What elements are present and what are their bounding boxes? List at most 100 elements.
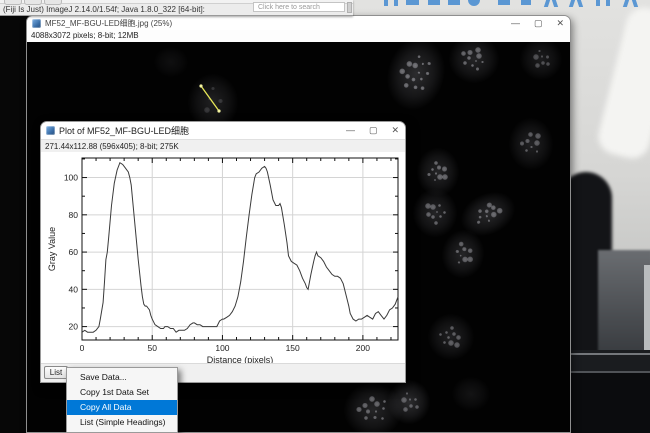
nucleus-speckle [485,215,488,218]
svg-text:100: 100 [215,343,229,353]
nucleus-speckle [452,332,456,336]
menu-item-copy-1st-data-set[interactable]: Copy 1st Data Set [67,385,177,400]
nucleus-speckle [535,133,541,139]
nucleus-speckle [427,61,431,65]
svg-text:100: 100 [64,173,78,183]
svg-text:20: 20 [69,322,79,332]
svg-text:40: 40 [69,284,79,294]
nucleus-speckle [442,166,447,171]
nucleus-speckle [427,173,430,176]
minimize-icon[interactable]: — [346,126,355,135]
nucleus-speckle [434,221,438,225]
svg-text:200: 200 [356,343,370,353]
nucleus-speckle [420,85,425,90]
nucleus-speckle [467,50,472,55]
cell-nucleus [154,47,188,77]
nucleus-speckle [534,140,540,146]
nucleus-speckle [417,71,420,74]
nucleus-speckle [467,56,471,60]
menu-item-list-simple-headings[interactable]: List (Simple Headings) [67,415,177,430]
close-icon[interactable]: ✕ [556,19,564,28]
nucleus-speckle [430,204,436,210]
close-icon[interactable]: ✕ [391,126,399,135]
nucleus-speckle [421,62,424,65]
nucleus-speckle [434,161,438,165]
nucleus-speckle [461,51,466,56]
nucleus-speckle [463,61,467,65]
svg-text:Gray Value: Gray Value [47,227,57,271]
nucleus-speckle [533,54,539,60]
nucleus-speckle [415,405,419,409]
image-window-titlebar[interactable]: MF52_MF-BGU-LED细胞.jpg (25%) — ▢ ✕ [27,16,570,30]
nucleus-speckle [418,55,421,58]
fiji-main-window: (Fiji Is Just) ImageJ 2.14.0/1.54f; Java… [0,0,353,16]
nucleus-speckle [541,55,544,58]
nucleus-speckle [481,61,484,64]
list-context-menu: Save Data... Copy 1st Data Set Copy All … [66,367,178,433]
nucleus-speckle [211,87,214,90]
nucleus-speckle [476,53,482,59]
nucleus-speckle [434,179,437,182]
nucleus-speckle [406,392,409,395]
fiji-icon [46,126,55,135]
scrollbar-stub[interactable] [347,2,352,13]
nucleus-speckle [437,165,441,169]
nucleus-speckle [445,331,448,334]
nucleus-speckle [374,401,380,407]
cell-nucleus [438,227,488,282]
list-button[interactable]: List [44,366,68,379]
nucleus-speckle [413,85,418,90]
nucleus-speckle [476,67,479,70]
svg-text:60: 60 [69,247,79,257]
nucleus-speckle [484,208,490,214]
nucleus-speckle [419,77,423,81]
svg-text:80: 80 [69,210,79,220]
nucleus-speckle [455,249,459,253]
svg-text:150: 150 [286,343,300,353]
nucleus-speckle [462,247,467,252]
nucleus-speckle [412,62,419,69]
nucleus-speckle [546,62,550,66]
nucleus-speckle [382,407,385,410]
nucleus-speckle [487,219,490,222]
nucleus-speckle [467,256,474,263]
cell-nucleus [452,377,490,411]
nucleus-speckle [366,409,370,413]
plot-window-titlebar[interactable]: Plot of MF52_MF-BGU-LED细胞 — ▢ ✕ [41,122,405,140]
svg-text:0: 0 [80,343,85,353]
fiji-status-line: (Fiji Is Just) ImageJ 2.14.0/1.54f; Java… [3,5,205,14]
nucleus-speckle [447,336,450,339]
nucleus-speckle [442,174,448,180]
menu-item-copy-all-data[interactable]: Copy All Data [67,400,177,415]
maximize-icon[interactable]: ▢ [369,126,378,135]
fiji-icon [32,19,41,28]
search-input[interactable]: Click here to search [253,2,345,12]
nucleus-speckle [546,55,549,58]
minimize-icon[interactable]: — [511,19,520,28]
menu-item-save-data[interactable]: Save Data... [67,370,177,385]
nucleus-speckle [443,341,446,344]
nucleus-speckle [458,261,461,264]
nucleus-speckle [528,132,533,137]
nucleus-speckle [401,397,407,403]
plot-window: Plot of MF52_MF-BGU-LED细胞 — ▢ ✕ 271.44x1… [40,121,406,383]
nucleus-speckle [525,139,529,143]
nucleus-speckle [204,107,210,113]
cell-nucleus [428,314,474,360]
cell-nucleus [520,42,562,80]
nucleus-speckle [477,208,483,214]
nucleus-speckle [436,211,439,214]
nucleus-speckle [356,407,361,412]
nucleus-speckle [414,398,417,401]
nucleus-speckle [439,215,442,218]
nucleus-speckle [541,61,545,65]
nucleus-speckle [471,64,474,67]
photo-highlight [595,4,650,162]
maximize-icon[interactable]: ▢ [534,19,543,28]
cell-nucleus [449,42,499,83]
nucleus-speckle [403,407,408,412]
nucleus-speckle [425,72,429,76]
nucleus-speckle [409,404,413,408]
nucleus-speckle [362,403,367,408]
nucleus-speckle [426,212,431,217]
